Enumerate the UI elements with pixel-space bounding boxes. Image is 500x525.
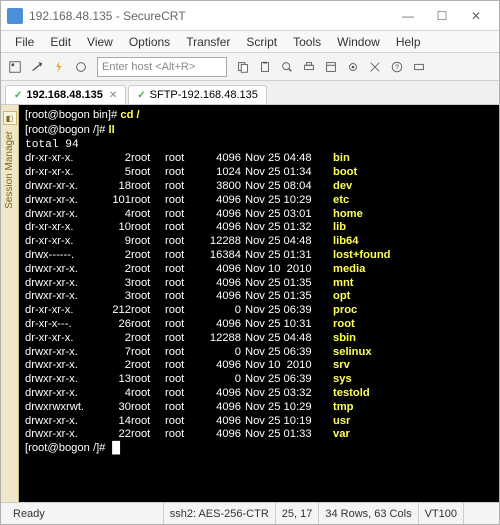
tabbar: ✓ 192.168.48.135 ✕ ✓ SFTP-192.168.48.135 [1,81,499,105]
session-manager-icon[interactable] [5,57,25,77]
tab-label: 192.168.48.135 [26,89,102,101]
menu-tools[interactable]: Tools [285,35,329,49]
minimize-button[interactable]: — [391,6,425,26]
menu-window[interactable]: Window [329,35,388,49]
window-title: 192.168.48.135 - SecureCRT [29,9,391,23]
status-cipher: ssh2: AES-256-CTR [163,503,275,524]
close-button[interactable]: ✕ [459,6,493,26]
status-ready: Ready [7,503,67,524]
reconnect-icon[interactable] [71,57,91,77]
app-icon [7,8,23,24]
host-placeholder: Enter host <Alt+R> [102,61,195,73]
sidebar-handle-icon[interactable]: ◧ [3,111,17,125]
tab-close-icon[interactable]: ✕ [109,90,117,101]
connected-icon: ✓ [14,90,22,101]
status-dimensions: 34 Rows, 63 Cols [318,503,417,524]
terminal[interactable]: [root@bogon bin]# cd / [root@bogon /]# l… [19,105,499,502]
maximize-button[interactable]: ☐ [425,6,459,26]
status-emulation: VT100 [418,503,463,524]
menu-help[interactable]: Help [388,35,429,49]
help-icon[interactable]: ? [387,57,407,77]
session-manager-sidebar[interactable]: ◧ Session Manager [1,105,19,502]
menu-transfer[interactable]: Transfer [178,35,238,49]
menu-script[interactable]: Script [238,35,285,49]
copy-icon[interactable] [233,57,253,77]
paste-icon[interactable] [255,57,275,77]
tab-session-2[interactable]: ✓ SFTP-192.168.48.135 [128,85,267,104]
toolbar-button-icon[interactable] [409,57,429,77]
titlebar: 192.168.48.135 - SecureCRT — ☐ ✕ [1,1,499,31]
menu-edit[interactable]: Edit [42,35,79,49]
menu-options[interactable]: Options [121,35,178,49]
status-cursor-pos: 25, 17 [275,503,319,524]
quick-connect-icon[interactable] [49,57,69,77]
connect-icon[interactable] [27,57,47,77]
status-extra [463,503,493,524]
menu-file[interactable]: File [7,35,42,49]
connected-icon: ✓ [137,90,145,101]
properties-icon[interactable] [321,57,341,77]
find-icon[interactable] [277,57,297,77]
menubar: File Edit View Options Transfer Script T… [1,31,499,53]
clear-icon[interactable] [365,57,385,77]
menu-view[interactable]: View [79,35,121,49]
options-icon[interactable] [343,57,363,77]
tab-session-1[interactable]: ✓ 192.168.48.135 ✕ [5,85,126,104]
print-icon[interactable] [299,57,319,77]
sidebar-label: Session Manager [4,131,15,209]
svg-text:?: ? [395,64,399,71]
host-input[interactable]: Enter host <Alt+R> [97,57,227,77]
tab-label: SFTP-192.168.48.135 [150,89,258,101]
toolbar: Enter host <Alt+R> ? [1,53,499,81]
statusbar: Ready ssh2: AES-256-CTR 25, 17 34 Rows, … [1,502,499,524]
